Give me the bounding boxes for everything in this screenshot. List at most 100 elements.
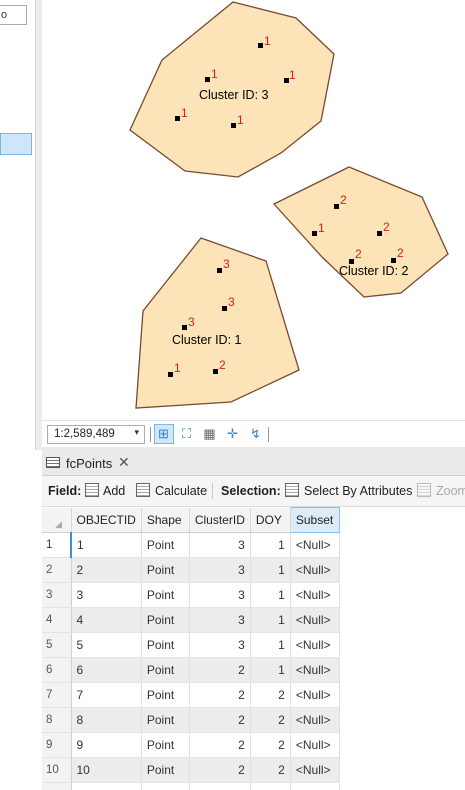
cell-doy[interactable]: 2: [250, 732, 291, 758]
map-point[interactable]: [182, 325, 187, 330]
cell-clusterid[interactable]: 3: [189, 557, 251, 583]
cell-shape[interactable]: Point: [141, 757, 190, 783]
select-by-attributes-icon[interactable]: [285, 483, 299, 497]
cell-doy[interactable]: 1: [250, 607, 291, 633]
column-header-clusterid[interactable]: ClusterID: [189, 507, 251, 533]
row-number[interactable]: 2: [42, 557, 72, 583]
cell-objectid[interactable]: 8: [71, 707, 142, 733]
cell-clusterid[interactable]: 2: [189, 682, 251, 708]
attribute-table[interactable]: ◢ OBJECTID Shape ClusterID DOY Subset 1 …: [42, 507, 465, 790]
map-point[interactable]: [222, 306, 227, 311]
map-point[interactable]: [168, 372, 173, 377]
tab-fcpoints[interactable]: fcPoints ✕: [42, 451, 134, 475]
cell-objectid[interactable]: 2: [71, 557, 142, 583]
map-point[interactable]: [377, 231, 382, 236]
cell-doy[interactable]: 1: [250, 632, 291, 658]
row-number[interactable]: 1: [42, 532, 72, 558]
cell-objectid[interactable]: 5: [71, 632, 142, 658]
zoom-to-button[interactable]: Zoom: [436, 484, 465, 498]
column-header-doy[interactable]: DOY: [250, 507, 291, 533]
cell-subset[interactable]: <Null>: [290, 532, 340, 558]
cell-shape[interactable]: Point: [141, 732, 190, 758]
cell-subset[interactable]: <Null>: [290, 582, 340, 608]
cell-shape[interactable]: Point: [141, 607, 190, 633]
cell-objectid[interactable]: 4: [71, 607, 142, 633]
cell-subset[interactable]: <Null>: [290, 707, 340, 733]
cell-objectid[interactable]: [71, 782, 142, 790]
table-row[interactable]: 7 7 Point 2 2 <Null>: [42, 682, 340, 708]
calculate-icon[interactable]: [136, 483, 150, 497]
map-point[interactable]: [205, 77, 210, 82]
cell-doy[interactable]: 1: [250, 532, 291, 558]
map-point[interactable]: [217, 268, 222, 273]
selected-layer-item[interactable]: [0, 133, 32, 155]
cell-subset[interactable]: <Null>: [290, 632, 340, 658]
cell-doy[interactable]: [250, 782, 291, 790]
row-number[interactable]: 4: [42, 607, 72, 633]
cell-shape[interactable]: Point: [141, 557, 190, 583]
cell-shape[interactable]: Point: [141, 682, 190, 708]
row-number[interactable]: 10: [42, 757, 72, 783]
table-row[interactable]: 9 9 Point 2 2 <Null>: [42, 732, 340, 758]
cell-clusterid[interactable]: 2: [189, 707, 251, 733]
table-row[interactable]: 8 8 Point 2 2 <Null>: [42, 707, 340, 733]
cell-doy[interactable]: 1: [250, 557, 291, 583]
cluster-polygon-1[interactable]: [135, 237, 300, 409]
cell-shape[interactable]: Point: [141, 657, 190, 683]
column-header-objectid[interactable]: OBJECTID: [71, 507, 142, 533]
table-row[interactable]: 1 1 Point 3 1 <Null>: [42, 532, 340, 558]
row-number[interactable]: 9: [42, 732, 72, 758]
table-row[interactable]: 4 4 Point 3 1 <Null>: [42, 607, 340, 633]
map-point[interactable]: [391, 258, 396, 263]
cell-subset[interactable]: <Null>: [290, 757, 340, 783]
cell-subset[interactable]: <Null>: [290, 557, 340, 583]
add-field-button[interactable]: Add: [103, 484, 125, 498]
cell-subset[interactable]: <Null>: [290, 732, 340, 758]
snapping-icon[interactable]: ⛶: [179, 427, 194, 441]
cell-clusterid[interactable]: 3: [189, 632, 251, 658]
cell-clusterid[interactable]: 2: [189, 657, 251, 683]
cell-doy[interactable]: 2: [250, 707, 291, 733]
cell-objectid[interactable]: 3: [71, 582, 142, 608]
select-by-attributes-button[interactable]: Select By Attributes: [304, 484, 412, 498]
row-number[interactable]: 6: [42, 657, 72, 683]
cell-subset[interactable]: <Null>: [290, 657, 340, 683]
pane-dropdown[interactable]: o: [0, 5, 27, 25]
map-point[interactable]: [312, 231, 317, 236]
cell-clusterid[interactable]: 3: [189, 532, 251, 558]
cell-objectid[interactable]: 7: [71, 682, 142, 708]
cell-clusterid[interactable]: 2: [189, 757, 251, 783]
column-header-shape[interactable]: Shape: [141, 507, 190, 533]
constraints-icon[interactable]: ✛: [225, 427, 240, 441]
cell-shape[interactable]: Point: [141, 532, 190, 558]
map-point[interactable]: [213, 369, 218, 374]
table-row[interactable]: 5 5 Point 3 1 <Null>: [42, 632, 340, 658]
map-point[interactable]: [334, 204, 339, 209]
row-number[interactable]: 5: [42, 632, 72, 658]
table-row[interactable]: 10 10 Point 2 2 <Null>: [42, 757, 340, 783]
cell-objectid[interactable]: 10: [71, 757, 142, 783]
calculate-button[interactable]: Calculate: [155, 484, 207, 498]
cell-shape[interactable]: Point: [141, 632, 190, 658]
grid-icon[interactable]: ▦: [202, 427, 217, 441]
cell-shape[interactable]: [141, 782, 190, 790]
map-point[interactable]: [258, 43, 263, 48]
table-row[interactable]: 6 6 Point 2 1 <Null>: [42, 657, 340, 683]
cell-shape[interactable]: Point: [141, 582, 190, 608]
cell-doy[interactable]: 1: [250, 582, 291, 608]
column-header-subset[interactable]: Subset: [289, 507, 340, 533]
map-point[interactable]: [175, 116, 180, 121]
north-arrow-icon[interactable]: ↯: [248, 427, 263, 441]
scale-dropdown[interactable]: 1:2,589,489 ▾: [47, 425, 145, 444]
add-field-icon[interactable]: [85, 483, 99, 497]
row-number[interactable]: 8: [42, 707, 72, 733]
cell-doy[interactable]: 2: [250, 682, 291, 708]
cell-objectid[interactable]: 6: [71, 657, 142, 683]
select-all-corner[interactable]: ◢: [42, 507, 72, 533]
cell-shape[interactable]: Point: [141, 707, 190, 733]
cell-clusterid[interactable]: 3: [189, 582, 251, 608]
cell-objectid[interactable]: 1: [71, 532, 142, 558]
map-canvas[interactable]: 1 1 1 1 1 2 2 2 2 3 3 3 1 2 1 Cluster ID…: [42, 0, 465, 420]
map-point[interactable]: [231, 123, 236, 128]
cell-doy[interactable]: 2: [250, 757, 291, 783]
